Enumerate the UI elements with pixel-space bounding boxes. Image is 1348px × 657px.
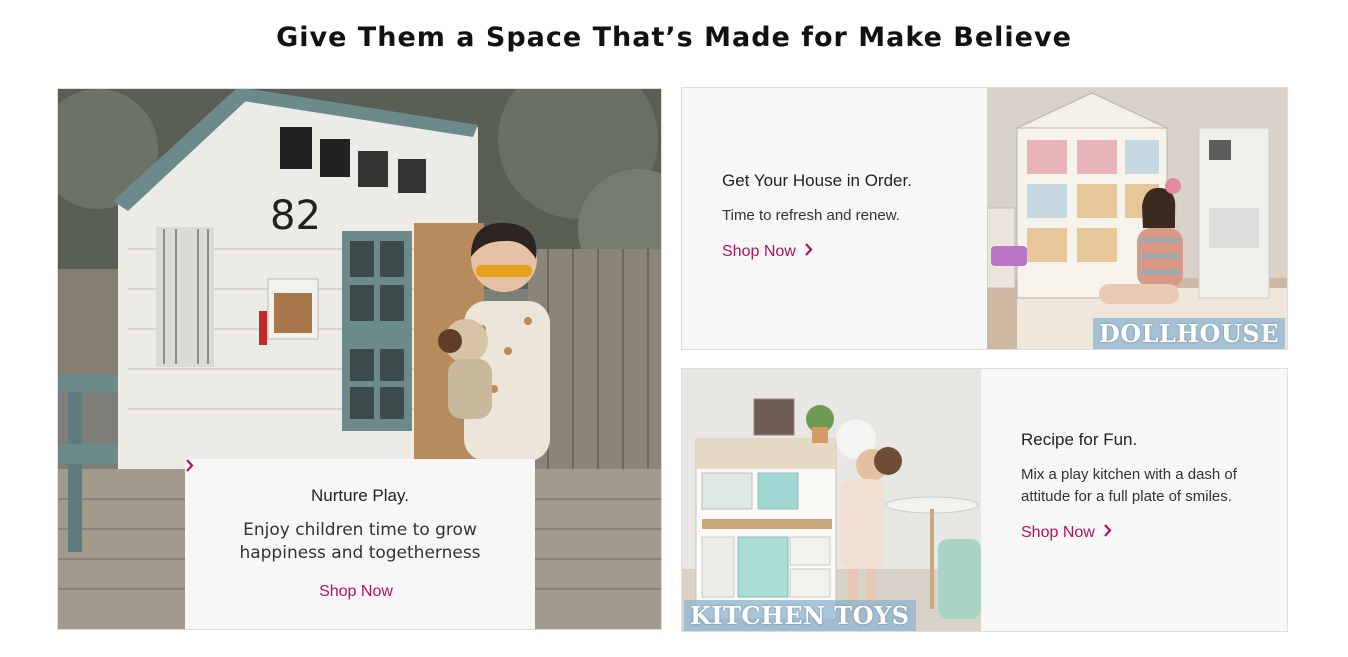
promo-description: Time to refresh and renew. [722, 207, 900, 224]
house-number: 82 [270, 193, 321, 239]
dollhouse-shop-now-link[interactable]: Shop Now [722, 243, 813, 261]
page-title: Give Them a Space That’s Made for Make B… [276, 22, 1072, 53]
promo-text: Get Your House in Order. Time to refresh… [722, 171, 972, 261]
promo-title: Get Your House in Order. [722, 171, 912, 190]
promo-text: Recipe for Fun. Mix a play kitchen with … [1021, 430, 1261, 542]
chevron-right-icon [1103, 524, 1112, 542]
shop-now-label: Shop Now [319, 583, 393, 600]
hero-text: Enjoy children time to grow happiness an… [239, 520, 481, 563]
promo-card-kitchen[interactable]: KITCHEN TOYS Recipe for Fun. Mix a play … [681, 368, 1288, 632]
dollhouse-image [987, 88, 1287, 349]
chevron-right-icon [804, 243, 813, 261]
kitchen-label: KITCHEN TOYS [684, 600, 916, 631]
kitchen-shop-now-link[interactable]: Shop Now [1021, 524, 1112, 542]
shop-now-label: Shop Now [1021, 524, 1095, 541]
promo-description: Mix a play kitchen with a dash of attitu… [1021, 466, 1237, 505]
kitchen-image [682, 369, 981, 631]
hero-title: Nurture Play. [311, 486, 409, 505]
promo-card-dollhouse[interactable]: Get Your House in Order. Time to refresh… [681, 87, 1288, 350]
promo-title: Recipe for Fun. [1021, 430, 1138, 449]
hero-shop-now-link[interactable]: Shop Now [186, 459, 401, 601]
dollhouse-label: DOLLHOUSE [1092, 318, 1285, 349]
hero-card-playhouse[interactable]: 82 Nurture Play. Enjoy children time to … [57, 88, 662, 630]
hero-caption: Nurture Play. Enjoy children time to gro… [185, 459, 535, 629]
shop-now-label: Shop Now [722, 243, 796, 260]
